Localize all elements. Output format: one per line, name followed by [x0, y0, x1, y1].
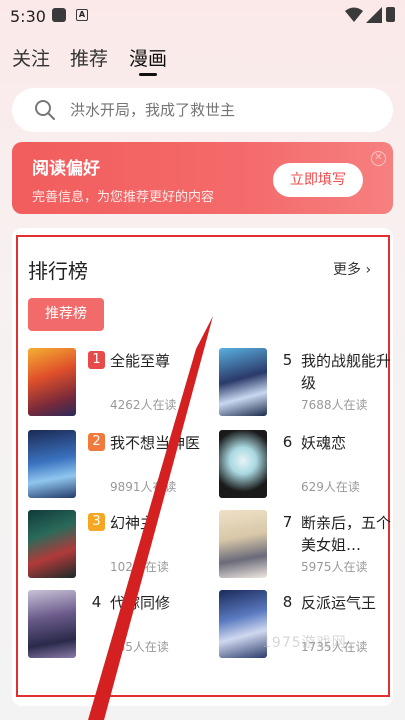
notification-app-icon — [52, 8, 66, 22]
status-bar: 5:30 A — [0, 0, 405, 32]
read-count: 9891人在读 — [110, 480, 177, 494]
rank-number: 7 — [282, 513, 293, 531]
item-title: 代嫁同修 — [110, 594, 171, 612]
item-title: 幻神主 — [110, 514, 156, 532]
cover-image — [28, 348, 76, 416]
item-title: 断亲后，五个美女姐… — [301, 514, 392, 554]
cover-image — [219, 590, 267, 658]
cover-image — [28, 590, 76, 658]
rank-number: 6 — [282, 433, 293, 451]
search-bar[interactable] — [12, 88, 393, 132]
read-count: 5975人在读 — [301, 560, 368, 574]
list-item[interactable]: 5 我的战舰能升级 7688人在读 — [219, 348, 399, 420]
wifi-icon — [345, 7, 363, 22]
list-item[interactable]: 3 幻神主 102人在读 — [28, 510, 208, 582]
item-title: 反派运气王 — [301, 594, 377, 612]
ranking-title: 排行榜 — [28, 259, 88, 283]
item-title: 全能至尊 — [110, 352, 171, 370]
read-count: 102人在读 — [110, 560, 169, 574]
rank-badge: 1 — [88, 351, 105, 369]
item-title: 我的战舰能升级 — [301, 352, 392, 392]
list-item[interactable]: 2 我不想当神医 9891人在读 — [28, 430, 208, 502]
cover-image — [219, 348, 267, 416]
battery-icon — [386, 7, 395, 22]
rank-number: 5 — [282, 351, 293, 369]
search-input[interactable] — [70, 101, 370, 119]
watermark: 1975游戏网 — [262, 635, 347, 651]
rank-badge: 2 — [88, 433, 105, 451]
cover-image — [28, 510, 76, 578]
recommend-list-chip[interactable]: 推荐榜 — [28, 298, 104, 331]
reading-preference-banner: 阅读偏好 完善信息，为您推荐更好的内容 立即填写 ✕ — [12, 142, 393, 214]
item-title: 妖魂恋 — [301, 434, 347, 452]
rank-badge: 3 — [88, 513, 105, 531]
search-icon — [35, 100, 55, 120]
read-count: 185人在读 — [110, 640, 169, 654]
cover-image — [219, 430, 267, 498]
cover-image — [219, 510, 267, 578]
read-count: 629人在读 — [301, 480, 360, 494]
list-item[interactable]: 4 代嫁同修 185人在读 — [28, 590, 208, 662]
read-count: 4262人在读 — [110, 398, 177, 412]
banner-subtitle: 完善信息，为您推荐更好的内容 — [32, 190, 215, 205]
signal-icon — [366, 7, 382, 23]
close-icon[interactable]: ✕ — [371, 151, 386, 166]
cover-image — [28, 430, 76, 498]
banner-title: 阅读偏好 — [32, 159, 100, 179]
list-item[interactable]: 7 断亲后，五个美女姐… 5975人在读 — [219, 510, 399, 582]
fill-now-button[interactable]: 立即填写 — [273, 163, 363, 197]
item-title: 我不想当神医 — [110, 434, 201, 452]
rank-number: 4 — [91, 593, 102, 611]
list-item[interactable]: 6 妖魂恋 629人在读 — [219, 430, 399, 502]
status-time: 5:30 — [10, 7, 46, 26]
tab-comics[interactable]: 漫画 — [129, 44, 167, 71]
list-item[interactable]: 1 全能至尊 4262人在读 — [28, 348, 208, 420]
read-count: 7688人在读 — [301, 398, 368, 412]
more-link[interactable]: 更多 › — [333, 259, 371, 279]
tab-follow[interactable]: 关注 — [12, 44, 50, 71]
rank-number: 8 — [282, 593, 293, 611]
tab-recommend[interactable]: 推荐 — [70, 44, 108, 71]
notification-a-icon: A — [76, 9, 88, 21]
active-tab-indicator — [139, 73, 157, 76]
